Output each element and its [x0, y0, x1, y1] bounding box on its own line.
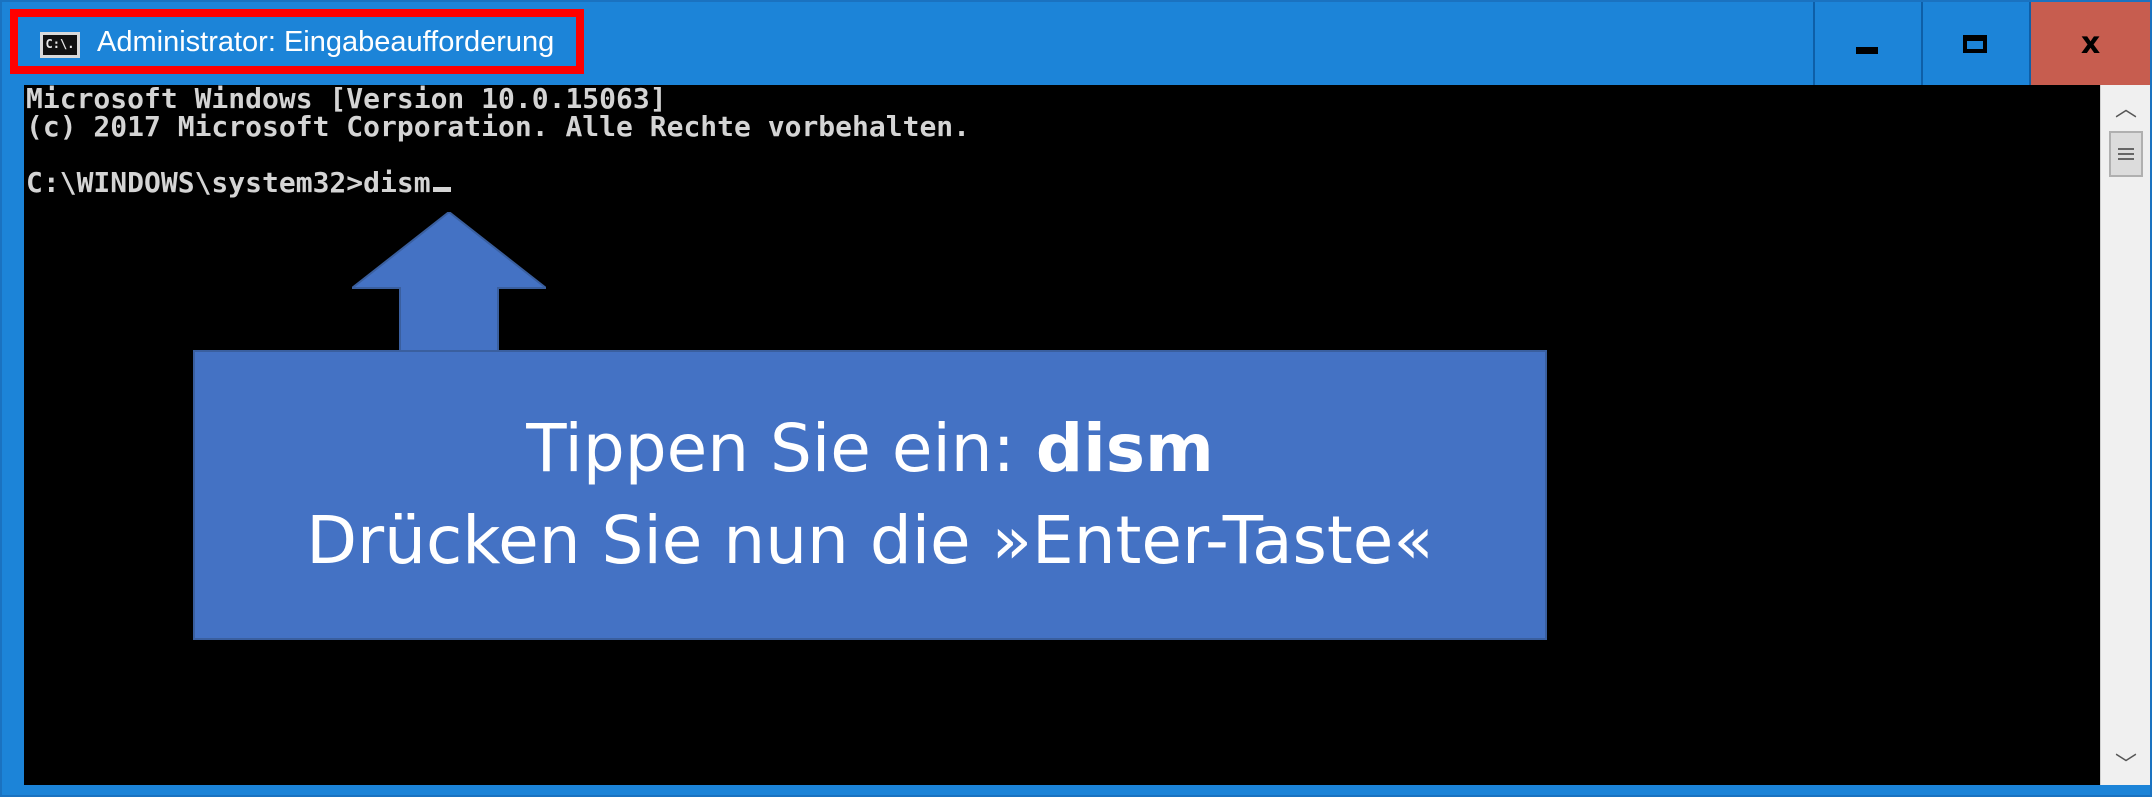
instruction-callout: Tippen Sie ein: dism Drücken Sie nun die… [193, 350, 1547, 640]
console-output[interactable]: Microsoft Windows [Version 10.0.15063] (… [24, 85, 2100, 785]
maximize-button[interactable] [1921, 2, 2027, 85]
scroll-thumb[interactable] [2109, 131, 2143, 177]
up-arrow-icon [352, 212, 546, 357]
scroll-up-button[interactable]: ︿ [2101, 85, 2151, 129]
command-prompt-window: C:\. Administrator: Eingabeaufforderung … [0, 0, 2152, 797]
close-icon: x [2080, 25, 2101, 61]
chevron-down-icon: ﹀ [2114, 753, 2137, 778]
close-button[interactable]: x [2029, 2, 2150, 85]
instruction-command: dism [1035, 410, 1214, 487]
console-line-copyright: (c) 2017 Microsoft Corporation. Alle Rec… [26, 110, 971, 143]
minimize-icon [1856, 47, 1878, 54]
console-prompt-text: C:\WINDOWS\system32>dism [26, 166, 431, 199]
maximize-icon [1963, 34, 1987, 53]
chevron-up-icon: ︿ [2114, 97, 2137, 122]
text-cursor [432, 187, 451, 192]
console-icon[interactable]: C:\. [40, 32, 80, 58]
title-bar[interactable]: C:\. Administrator: Eingabeaufforderung … [2, 2, 2150, 85]
window-title: Administrator: Eingabeaufforderung [97, 26, 555, 58]
instruction-line-type: Tippen Sie ein: dism [526, 403, 1214, 495]
grip-icon [2118, 148, 2134, 160]
vertical-scrollbar[interactable]: ︿ ﹀ [2100, 85, 2150, 785]
instruction-prefix: Tippen Sie ein: [526, 410, 1036, 487]
scroll-down-button[interactable]: ﹀ [2101, 741, 2151, 785]
console-prompt-line[interactable]: C:\WINDOWS\system32>dism [26, 169, 451, 197]
console-line-version: Microsoft Windows [Version 10.0.15063] [26, 85, 667, 115]
minimize-button[interactable] [1813, 2, 1919, 85]
instruction-line-enter: Drücken Sie nun die »Enter-Taste« [306, 502, 1434, 579]
